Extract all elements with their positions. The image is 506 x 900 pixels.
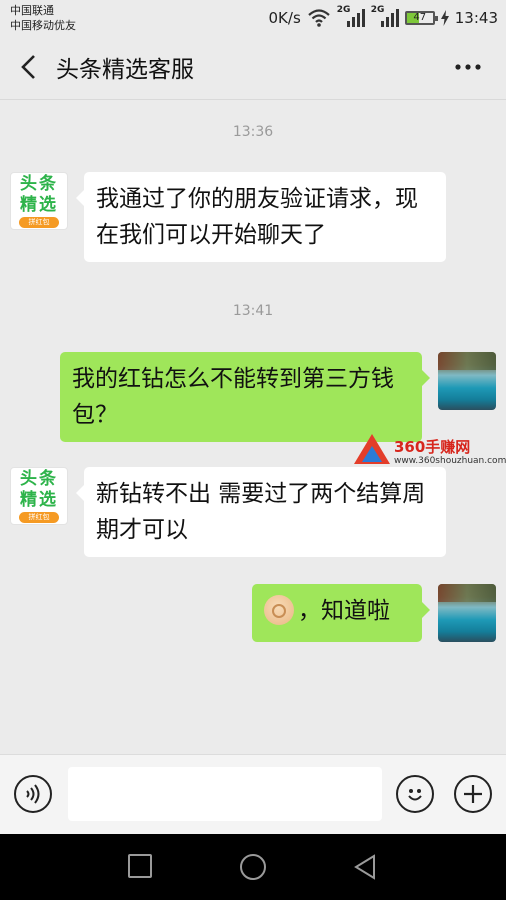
back-button[interactable] <box>14 52 44 82</box>
contact-avatar[interactable]: 头条 精选 拼红包 <box>10 172 68 230</box>
emoji-button[interactable] <box>396 775 434 813</box>
voice-button[interactable] <box>14 775 52 813</box>
timestamp: 13:36 <box>232 124 274 140</box>
battery-icon: 47 <box>404 11 438 25</box>
status-bar: 中国联通 中国移动优友 0K/s 2G 2G 47 13:43 <box>0 0 506 36</box>
message-bubble-outgoing[interactable]: 我的红钻怎么不能转到第三方钱包？ <box>60 352 430 442</box>
message-bubble-incoming[interactable]: 我通过了你的朋友验证请求，现在我们可以开始聊天了 <box>76 172 446 262</box>
my-avatar[interactable] <box>438 584 496 642</box>
battery-level: 47 <box>413 12 427 23</box>
recent-apps-button[interactable] <box>128 854 152 878</box>
network-speed: 0K/s <box>268 9 301 27</box>
chat-header: 头条精选客服 <box>0 36 506 100</box>
more-functions-button[interactable] <box>454 775 492 813</box>
signal-icon-1: 2G <box>337 5 365 29</box>
home-button[interactable] <box>240 854 266 880</box>
charging-icon <box>440 10 449 26</box>
voice-icon <box>26 784 40 804</box>
input-bar <box>0 754 506 834</box>
message-text: ，知道啦 <box>298 598 390 624</box>
carrier-2: 中国移动优友 <box>10 19 76 32</box>
more-icon <box>455 64 481 70</box>
clock: 13:43 <box>454 9 498 27</box>
status-icons: 0K/s 2G 2G 47 13:43 <box>268 5 498 30</box>
message-bubble-outgoing[interactable]: ，知道啦 <box>252 584 430 642</box>
wifi-icon <box>308 9 330 27</box>
emoji-icon <box>408 789 422 801</box>
my-avatar[interactable] <box>438 352 496 410</box>
carrier-1: 中国联通 <box>10 4 54 17</box>
message-bubble-incoming[interactable]: 新钻转不出 需要过了两个结算周期才可以 <box>76 467 446 557</box>
system-back-button[interactable] <box>352 854 378 880</box>
signal-icon-2: 2G <box>371 5 399 29</box>
more-button[interactable] <box>450 52 486 82</box>
system-nav-bar <box>0 834 506 900</box>
timestamp: 13:41 <box>232 303 274 319</box>
back-arrow-icon <box>21 55 35 79</box>
plus-icon <box>464 785 482 803</box>
watermark-logo: 360手赚网 www.360shouzhuan.com <box>354 432 506 470</box>
triangle-back-icon <box>354 854 375 880</box>
message-input[interactable] <box>68 767 382 821</box>
contact-avatar[interactable]: 头条 精选 拼红包 <box>10 467 68 525</box>
chat-title: 头条精选客服 <box>56 57 194 83</box>
ok-hand-emoji-icon <box>264 594 294 625</box>
